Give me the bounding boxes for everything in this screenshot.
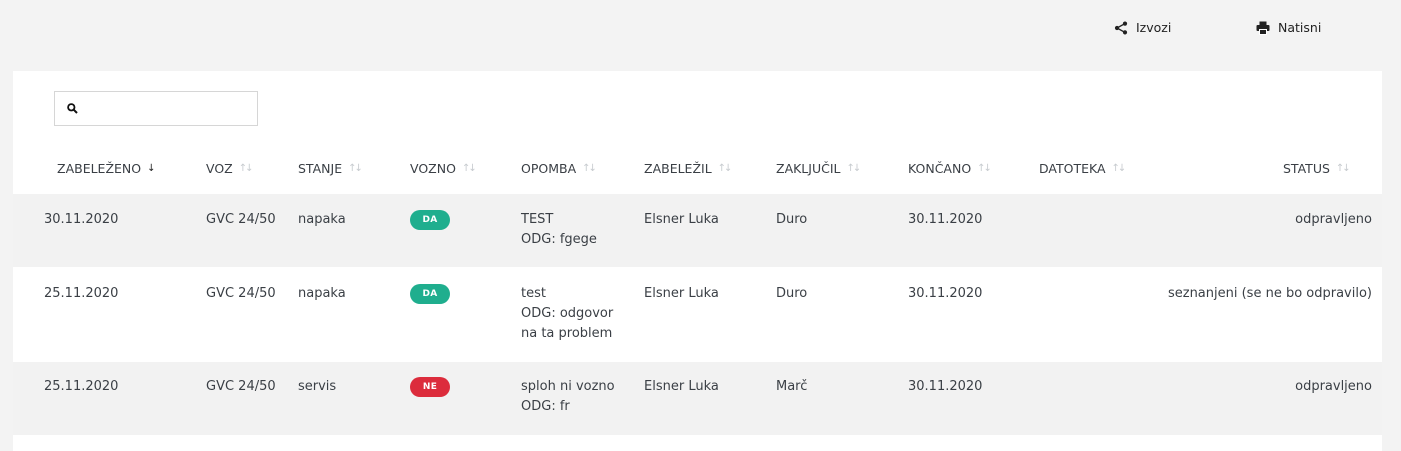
print-button[interactable]: Natisni (1256, 20, 1321, 35)
column-header-label: OPOMBA (521, 161, 577, 176)
vozno-badge: DA (410, 284, 450, 304)
cell-stanje: servis (298, 379, 337, 394)
cell-status: seznanjeni (se ne bo odpravilo) (1167, 286, 1372, 301)
column-header-label: VOZNO (410, 161, 456, 176)
cell-stanje: napaka (298, 212, 346, 227)
cell-stanje: napaka (298, 286, 346, 301)
sort-arrows-icon: ↑↓ (977, 163, 992, 174)
column-header-label: ZABELEŽENO (57, 161, 142, 176)
cell-koncano: 30.11.2020 (908, 379, 983, 394)
column-header-label: DATOTEKA (1039, 161, 1106, 176)
column-header-koncano[interactable]: KONČANO ↑↓ (908, 161, 992, 176)
cell-zakljucil: Duro (776, 212, 808, 227)
column-header-opomba[interactable]: OPOMBA ↑↓ (521, 161, 597, 176)
sort-arrows-icon: ↑↓ (846, 163, 862, 174)
opomba-line: ODG: fr (521, 399, 570, 414)
cell-opomba: TEST ODG: fgege (521, 210, 621, 250)
table-row[interactable]: 25.11.2020 GVC 24/50 servis NE sploh ni … (13, 362, 1382, 435)
sort-arrows-icon: ↑↓ (582, 163, 597, 174)
opomba-line: ODG: fgege (521, 232, 597, 247)
cell-voz: GVC 24/50 (206, 379, 276, 394)
cell-zabelezil: Elsner Luka (644, 286, 719, 301)
opomba-line: na ta problem (521, 326, 613, 341)
sort-arrows-icon: ↑↓ (717, 163, 733, 174)
share-icon (1114, 21, 1128, 35)
column-header-label: ZAKLJUČIL (776, 161, 841, 176)
cell-zabelezeno: 25.11.2020 (44, 379, 119, 394)
opomba-line: sploh ni vozno (521, 379, 615, 394)
sort-arrows-icon: ↑↓ (348, 163, 363, 174)
column-header-label: KONČANO (908, 161, 972, 176)
column-header-label: STANJE (298, 161, 343, 176)
export-label: Izvozi (1136, 20, 1172, 35)
cell-opomba: test ODG: odgovor na ta problem (521, 284, 621, 344)
opomba-line: ODG: odgovor (521, 306, 614, 321)
cell-status: odpravljeno (1295, 379, 1372, 394)
column-header-zabelezeno[interactable]: ZABELEŽENO ↓ (57, 161, 156, 176)
cell-status: odpravljeno (1295, 212, 1372, 227)
search-input[interactable] (85, 98, 251, 120)
table-row[interactable]: 25.11.2020 GVC 24/50 napaka DA test ODG:… (13, 267, 1382, 362)
cell-zabelezeno: 30.11.2020 (44, 212, 119, 227)
export-button[interactable]: Izvozi (1114, 20, 1171, 35)
print-label: Natisni (1278, 20, 1322, 35)
column-header-status[interactable]: STATUS ↑↓ (1283, 161, 1351, 176)
search-icon (67, 103, 78, 118)
sort-arrows-icon: ↑↓ (461, 163, 477, 174)
cell-zabelezil: Elsner Luka (644, 212, 719, 227)
opomba-line: TEST (521, 212, 554, 227)
cell-opomba: sploh ni vozno ODG: fr (521, 377, 621, 417)
sort-desc-icon: ↓ (147, 163, 156, 174)
column-header-zabelezil[interactable]: ZABELEŽIL ↑↓ (644, 161, 733, 176)
column-header-label: VOZ (206, 161, 233, 176)
sort-arrows-icon: ↑↓ (238, 163, 254, 174)
vozno-badge: DA (410, 210, 450, 230)
opomba-line: test (521, 286, 546, 301)
column-header-vozno[interactable]: VOZNO ↑↓ (410, 161, 477, 176)
sort-arrows-icon: ↑↓ (1111, 163, 1127, 174)
cell-voz: GVC 24/50 (206, 212, 276, 227)
column-header-label: ZABELEŽIL (644, 161, 712, 176)
cell-zabelezeno: 25.11.2020 (44, 286, 119, 301)
cell-zabelezil: Elsner Luka (644, 379, 719, 394)
table-row[interactable]: 30.11.2020 GVC 24/50 napaka DA TEST ODG:… (13, 194, 1382, 267)
cell-koncano: 30.11.2020 (908, 212, 983, 227)
column-header-zakljucil[interactable]: ZAKLJUČIL ↑↓ (776, 161, 862, 176)
search-box[interactable] (54, 91, 258, 126)
column-header-voz[interactable]: VOZ ↑↓ (206, 161, 254, 176)
column-header-stanje[interactable]: STANJE ↑↓ (298, 161, 363, 176)
column-header-label: STATUS (1283, 161, 1330, 176)
column-header-datoteka[interactable]: DATOTEKA ↑↓ (1039, 161, 1127, 176)
cell-voz: GVC 24/50 (206, 286, 276, 301)
cell-koncano: 30.11.2020 (908, 286, 983, 301)
sort-arrows-icon: ↑↓ (1335, 163, 1351, 174)
printer-icon (1256, 21, 1270, 35)
records-panel: ZABELEŽENO ↓ VOZ ↑↓ STANJE ↑↓ VOZNO ↑↓ O… (13, 71, 1382, 451)
vozno-badge: NE (410, 377, 450, 397)
cell-zakljucil: Marč (776, 379, 808, 394)
cell-zakljucil: Duro (776, 286, 808, 301)
